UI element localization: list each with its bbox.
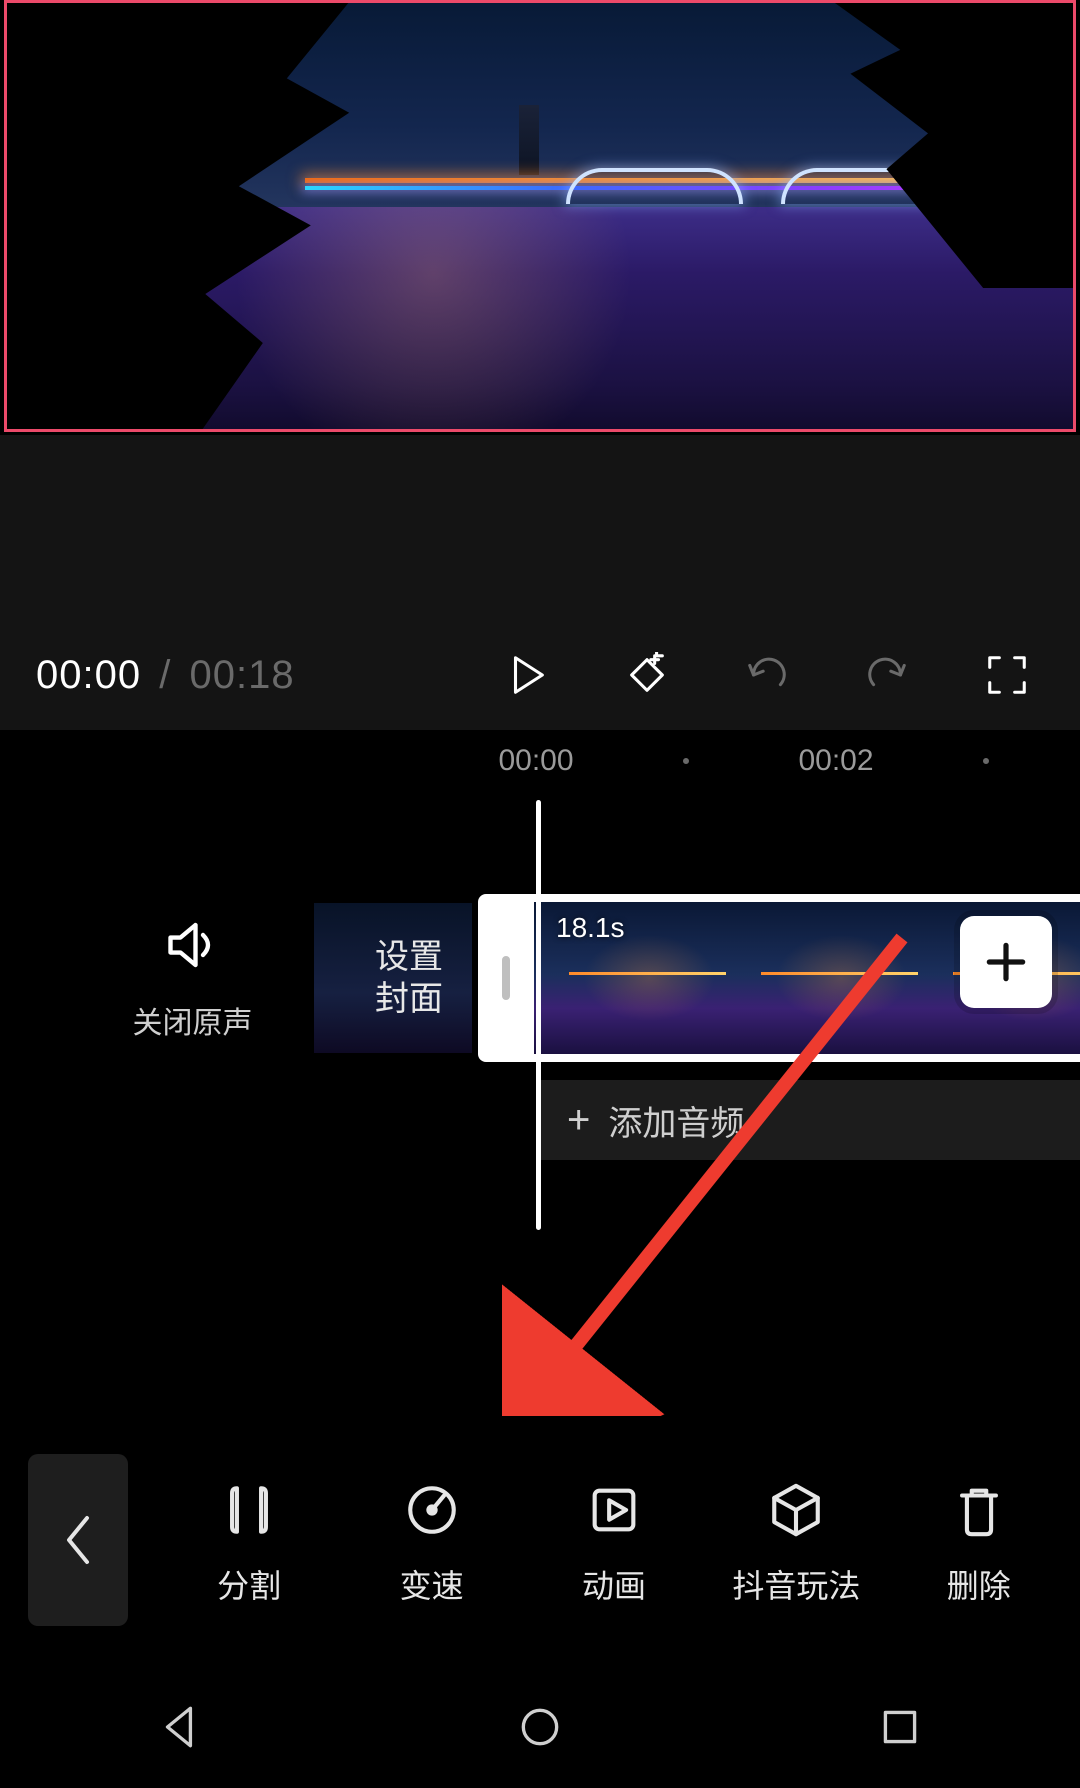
clip-trim-handle-left[interactable] [478,894,534,1062]
tool-douyin-label: 抖音玩法 [716,1561,876,1607]
time-total: 00:18 [189,653,294,697]
time-display: 00:00 / 00:18 [36,653,295,698]
tool-split[interactable]: 分割 [169,1473,329,1607]
nav-back-icon[interactable] [155,1702,205,1757]
timeline-playhead[interactable] [536,800,541,1230]
play-icon[interactable] [502,650,552,700]
tool-speed[interactable]: 变速 [352,1473,512,1607]
edit-toolbar: 分割 变速 动画 抖音玩法 删除 [0,1445,1080,1635]
fullscreen-icon[interactable] [982,650,1032,700]
preview-gap [0,435,1080,635]
transport-bar: 00:00 / 00:18 [0,620,1080,730]
plus-icon: + [567,1098,590,1143]
timeline-area[interactable]: 00:00 00:02 关闭原声 设置 封面 18.1s + 添加音频 [0,730,1080,1440]
video-preview[interactable] [4,0,1076,432]
tool-animate-label: 动画 [534,1561,694,1607]
ruler-mark-0: 00:00 [498,744,573,778]
speed-icon [352,1473,512,1547]
time-separator: / [159,653,171,697]
clip-thumb [726,902,918,1054]
redo-icon[interactable] [862,650,912,700]
tool-split-label: 分割 [169,1561,329,1607]
ruler-dot [983,758,989,764]
mute-original-audio[interactable]: 关闭原声 [120,915,265,1042]
set-cover-button[interactable]: 设置 封面 [314,903,472,1053]
tool-animate[interactable]: 动画 [534,1473,694,1607]
ruler-dot [683,758,689,764]
nav-recent-icon[interactable] [875,1702,925,1757]
mute-label: 关闭原声 [120,998,265,1042]
set-cover-label: 设置 封面 [375,936,443,1021]
add-audio-track[interactable]: + 添加音频 [539,1080,1080,1160]
undo-icon[interactable] [742,650,792,700]
add-clip-button[interactable] [960,916,1052,1008]
tool-delete-label: 删除 [899,1561,1059,1607]
nav-home-icon[interactable] [515,1702,565,1757]
android-nav-bar [0,1670,1080,1788]
keyframe-icon[interactable] [622,650,672,700]
timeline-ruler: 00:00 00:02 [0,740,1080,790]
tool-speed-label: 变速 [352,1561,512,1607]
split-icon [169,1473,329,1547]
add-audio-label: 添加音频 [608,1096,744,1145]
clip-duration: 18.1s [556,912,625,944]
tool-douyin[interactable]: 抖音玩法 [716,1473,876,1607]
trash-icon [899,1473,1059,1547]
animate-icon [534,1473,694,1547]
tool-delete[interactable]: 删除 [899,1473,1059,1607]
cube-icon [716,1473,876,1547]
time-current: 00:00 [36,653,141,697]
toolbar-back-button[interactable] [28,1454,128,1626]
ruler-mark-1: 00:02 [798,744,873,778]
speaker-icon [120,915,265,980]
